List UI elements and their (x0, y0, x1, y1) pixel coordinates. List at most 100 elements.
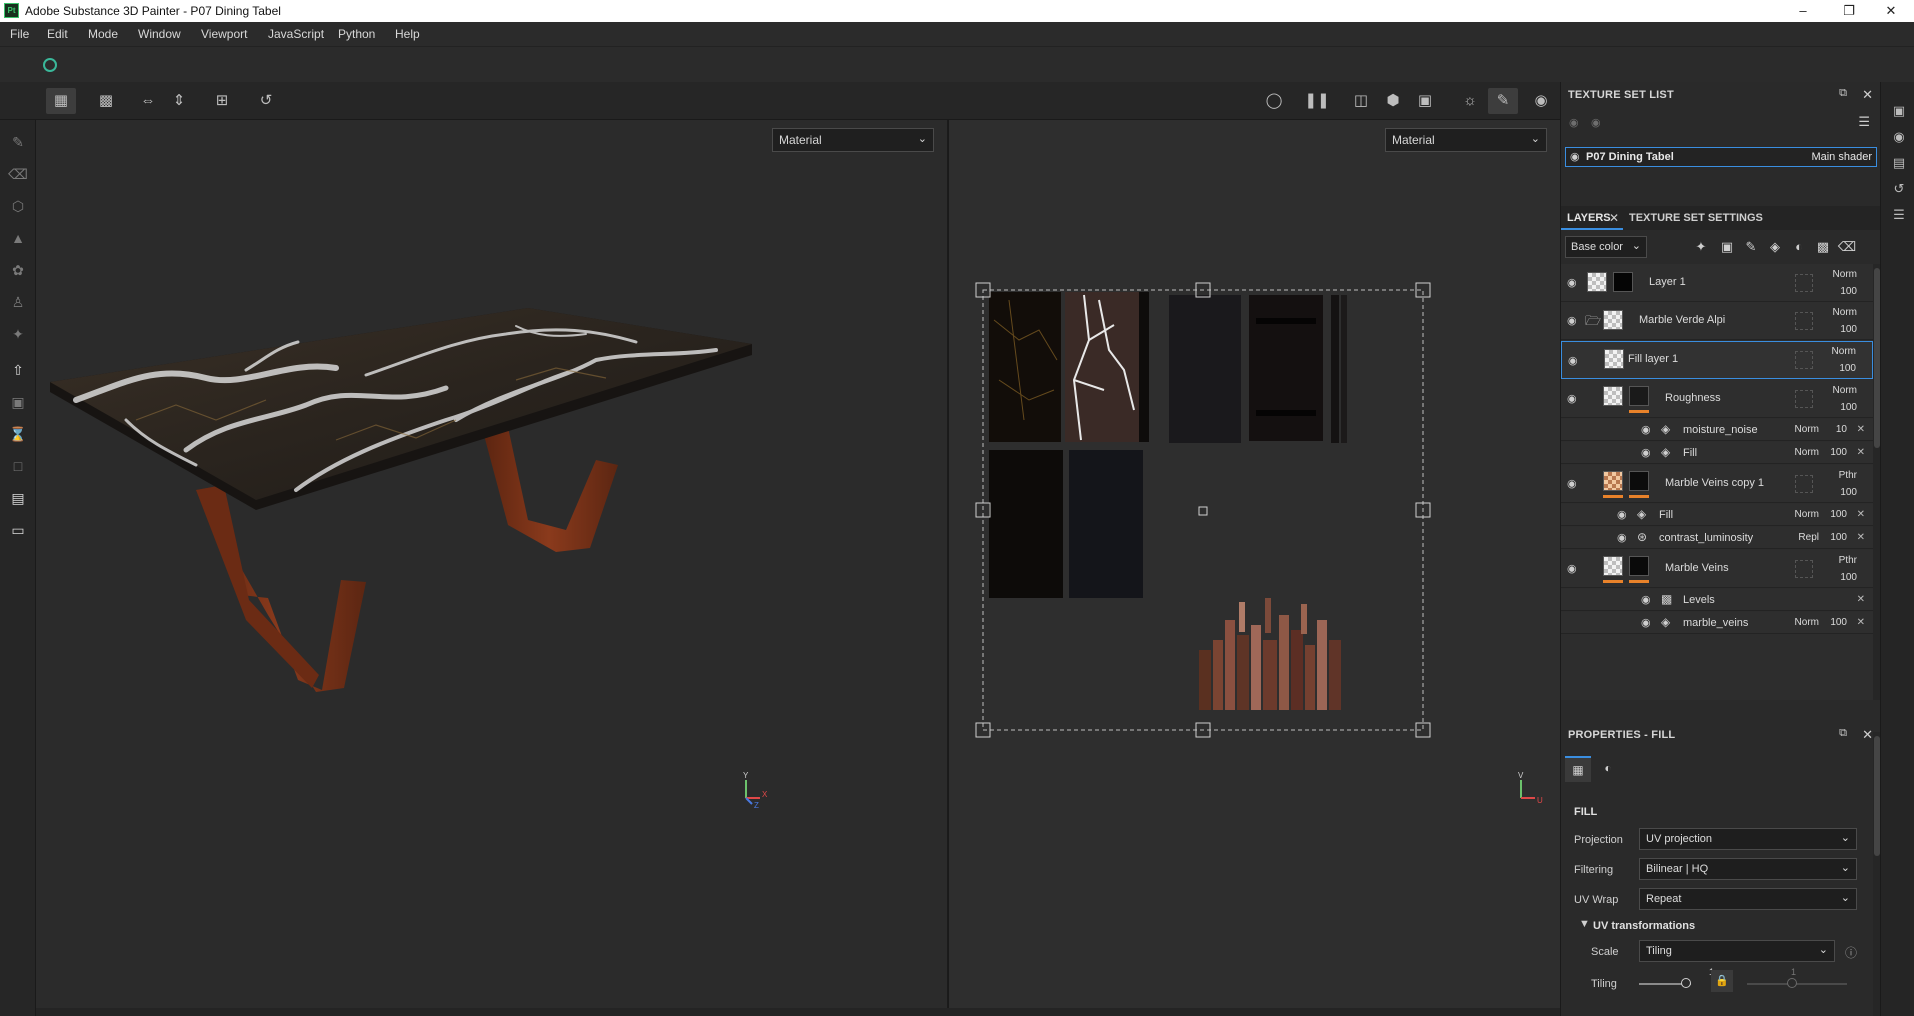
remove-effect-icon[interactable]: ✕ (1857, 617, 1865, 628)
layer-row[interactable]: ◉ Layer 1 Norm 100 (1561, 264, 1873, 302)
eye-icon[interactable]: ◉ (1567, 477, 1577, 490)
projection-dropdown[interactable]: UV projection ⌄ (1639, 828, 1857, 850)
close-tab-icon[interactable]: ✕ (1609, 211, 1619, 225)
eye-icon[interactable]: ◉ (1567, 314, 1577, 327)
fill-settings-icon[interactable]: ▦ (1565, 756, 1591, 782)
pause-icon[interactable]: ❚❚ (1302, 88, 1332, 114)
add-mask-icon[interactable]: ▣ (1717, 239, 1737, 257)
menu-javascript[interactable]: JavaScript (268, 27, 324, 41)
eye-icon[interactable]: ◉ (1567, 392, 1577, 405)
restore-icon[interactable]: ❐ (1826, 0, 1872, 22)
solo-icon[interactable]: ◉ (1591, 116, 1601, 129)
remove-effect-icon[interactable]: ✕ (1857, 447, 1865, 458)
symmetry-x-icon[interactable]: ⇔ (133, 88, 163, 114)
remove-effect-icon[interactable]: ✕ (1857, 509, 1865, 520)
blend-mode[interactable]: Norm (1833, 269, 1857, 280)
cube-icon[interactable]: ⬢ (1378, 88, 1408, 114)
layer-row-selected[interactable]: ◉ Fill layer 1 Norm 100 (1561, 341, 1873, 379)
visibility-all-icon[interactable]: ◉ (1569, 116, 1579, 129)
uvwrap-dropdown[interactable]: Repeat ⌄ (1639, 888, 1857, 910)
menu-python[interactable]: Python (338, 27, 375, 41)
opacity[interactable]: 100 (1840, 286, 1857, 297)
menu-file[interactable]: File (10, 27, 29, 41)
eraser-icon[interactable]: ⌫ (8, 164, 28, 184)
viewport-2d[interactable]: Material ⌄ V U (948, 120, 1560, 1016)
menu-viewport[interactable]: Viewport (201, 27, 247, 41)
effect-row[interactable]: ◉ ◈ moisture_noise Norm 10 ✕ (1561, 419, 1873, 441)
menu-edit[interactable]: Edit (47, 27, 68, 41)
eye-icon[interactable]: ◉ (1617, 531, 1627, 544)
screenshot-icon[interactable]: ◉ (1526, 88, 1556, 114)
remove-effect-icon[interactable]: ✕ (1857, 594, 1865, 605)
3d-view-icon[interactable]: ▭ (8, 520, 28, 540)
effect-row[interactable]: ◉ ⊛ contrast_luminosity Repl 100 ✕ (1561, 527, 1873, 549)
texture-set-item[interactable]: ◉ P07 Dining Tabel Main shader (1565, 147, 1877, 167)
texture-icon[interactable]: ▣ (8, 392, 28, 412)
display-settings-icon[interactable]: ◉ (1890, 128, 1908, 146)
tab-layers[interactable]: LAYERS (1567, 206, 1611, 230)
frame-icon[interactable]: ⊞ (207, 88, 237, 114)
eye-icon[interactable]: ◉ (1641, 446, 1651, 459)
eye-icon[interactable]: ◉ (1641, 593, 1651, 606)
remove-effect-icon[interactable]: ✕ (1857, 424, 1865, 435)
projection-icon[interactable]: ⬡ (8, 196, 28, 216)
shader-name[interactable]: Main shader (1811, 151, 1872, 163)
add-fill-layer-icon[interactable]: ◈ (1765, 239, 1785, 257)
history-icon[interactable]: ↺ (251, 88, 281, 114)
popout-icon[interactable]: ⧉ (1839, 727, 1847, 740)
effect-row[interactable]: ◉ ◈ marble_veins Norm 100 ✕ (1561, 612, 1873, 634)
channel-dropdown[interactable]: Base color ⌄ (1565, 236, 1647, 258)
menu-help[interactable]: Help (395, 27, 420, 41)
add-filter-icon[interactable]: ◐ (1789, 239, 1809, 257)
hide-icon[interactable]: ◯ (1259, 88, 1289, 114)
effect-row[interactable]: ◉ ◈ Fill Norm 100 ✕ (1561, 504, 1873, 526)
picker-icon[interactable]: ✦ (8, 324, 28, 344)
clone-icon[interactable]: ♙ (8, 292, 28, 312)
sync-icon[interactable] (43, 58, 57, 72)
log-icon[interactable]: ☰ (1890, 206, 1908, 224)
bake-icon[interactable]: ⇧ (8, 360, 28, 380)
split-view-icon[interactable]: ◫ (1346, 88, 1376, 114)
smudge-icon[interactable]: ✿ (8, 260, 28, 280)
close-icon[interactable]: ✕ (1868, 0, 1914, 22)
effect-row[interactable]: ◉ ▩ Levels ✕ (1561, 589, 1873, 611)
eye-icon[interactable]: ◉ (1567, 276, 1577, 289)
effect-row[interactable]: ◉ ◈ Fill Norm 100 ✕ (1561, 442, 1873, 464)
paint-brush-icon[interactable]: ✎ (8, 132, 28, 152)
add-folder-icon[interactable]: ▩ (1813, 239, 1833, 257)
tab-texture-set-settings[interactable]: TEXTURE SET SETTINGS (1629, 206, 1763, 230)
menu-mode[interactable]: Mode (88, 27, 118, 41)
eye-icon[interactable]: ◉ (1617, 508, 1627, 521)
camera-icon[interactable]: ▣ (1410, 88, 1440, 114)
magic-wand-icon[interactable]: ✦ (1691, 239, 1711, 257)
info-icon[interactable]: ⓘ (1845, 944, 1857, 961)
grid-options-icon[interactable]: ▩ (91, 88, 121, 114)
viewport-3d[interactable]: Material ⌄ Y X Z (36, 120, 947, 1016)
uv-transformations-toggle[interactable]: UV transformations (1593, 920, 1695, 932)
symmetry-y-icon[interactable]: ⇕ (164, 88, 194, 114)
add-paint-layer-icon[interactable]: ✎ (1741, 239, 1761, 257)
close-panel-icon[interactable]: ✕ (1862, 87, 1873, 103)
scale-dropdown[interactable]: Tiling ⌄ (1639, 940, 1835, 962)
eye-icon[interactable]: ◉ (1641, 423, 1651, 436)
close-panel-icon[interactable]: ✕ (1862, 727, 1873, 743)
lock-icon[interactable]: 🔒 (1711, 970, 1733, 992)
tiling-slider-handle[interactable] (1681, 978, 1691, 988)
brush-view-icon[interactable]: ✎ (1488, 88, 1518, 114)
remove-effect-icon[interactable]: ✕ (1857, 532, 1865, 543)
grid-view-icon[interactable]: ▦ (46, 88, 76, 114)
material-icon[interactable]: ◐ (1595, 756, 1621, 782)
history-dock-icon[interactable]: ↺ (1890, 180, 1908, 198)
delete-layer-icon[interactable]: ⌫ (1837, 239, 1857, 257)
eye-icon[interactable]: ◉ (1567, 562, 1577, 575)
filtering-dropdown[interactable]: Bilinear | HQ ⌄ (1639, 858, 1857, 880)
export-icon[interactable]: ▤ (8, 488, 28, 508)
layer-row[interactable]: ◉ Roughness Norm 100 (1561, 380, 1873, 418)
polygon-fill-icon[interactable]: ▲ (8, 228, 28, 248)
layer-row[interactable]: ◉ Marble Veins Pthr 100 (1561, 550, 1873, 588)
mask-icon[interactable]: □ (8, 456, 28, 476)
light-icon[interactable]: ☼ (1455, 88, 1485, 114)
eye-icon[interactable]: ◉ (1641, 616, 1651, 629)
minimize-icon[interactable]: – (1780, 0, 1826, 22)
menu-icon[interactable]: ☰ (1858, 114, 1870, 130)
